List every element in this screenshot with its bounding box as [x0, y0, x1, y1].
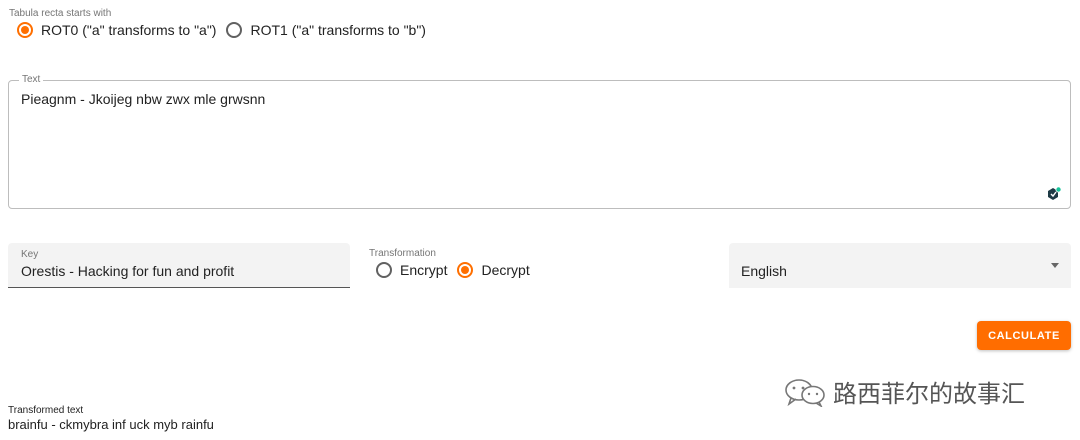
rot0-label: ROT0 ("a" transforms to "a") — [41, 22, 217, 38]
encrypt-option[interactable]: Encrypt — [376, 262, 447, 278]
watermark-text: 路西菲尔的故事汇 — [833, 380, 1025, 408]
watermark: 路西菲尔的故事汇 — [783, 374, 1025, 409]
tabula-radio-group: ROT0 ("a" transforms to "a") ROT1 ("a" t… — [17, 22, 436, 38]
tabula-label: Tabula recta starts with — [9, 8, 112, 19]
decrypt-option[interactable]: Decrypt — [457, 262, 530, 278]
wechat-icon — [785, 378, 825, 407]
output-label: Transformed text — [8, 405, 84, 416]
output-value: brainfu - ckmybra inf uck myb rainfu — [8, 417, 214, 432]
decrypt-label: Decrypt — [481, 262, 530, 278]
text-area[interactable]: Text Pieagnm - Jkoijeg nbw zwx mle grwsn… — [8, 74, 1071, 209]
rot0-option[interactable]: ROT0 ("a" transforms to "a") — [17, 22, 216, 38]
rot1-label: ROT1 ("a" transforms to "b") — [250, 22, 426, 38]
key-field-label: Key — [21, 249, 39, 260]
rot1-radio[interactable] — [226, 22, 243, 38]
encrypt-label: Encrypt — [400, 262, 448, 278]
rot0-radio[interactable] — [17, 22, 33, 38]
text-area-label: Text — [19, 74, 44, 85]
text-area-value: Pieagnm - Jkoijeg nbw zwx mle grwsnn — [21, 91, 266, 107]
transformation-label: Transformation — [369, 248, 436, 259]
transformation-radio-group: Encrypt Decrypt — [376, 262, 540, 278]
language-select[interactable]: English — [729, 243, 1071, 288]
decrypt-radio[interactable] — [457, 262, 474, 278]
grammarly-icon[interactable] — [1046, 186, 1062, 202]
caret-down-icon[interactable] — [1051, 263, 1059, 268]
language-select-value: English — [741, 263, 787, 279]
rot1-option[interactable]: ROT1 ("a" transforms to "b") — [226, 22, 426, 38]
key-field-value: Orestis - Hacking for fun and profit — [21, 263, 235, 279]
calculate-button[interactable]: CALCULATE — [977, 321, 1071, 350]
key-field[interactable]: Key Orestis - Hacking for fun and profit — [8, 243, 350, 288]
encrypt-radio[interactable] — [376, 262, 392, 278]
